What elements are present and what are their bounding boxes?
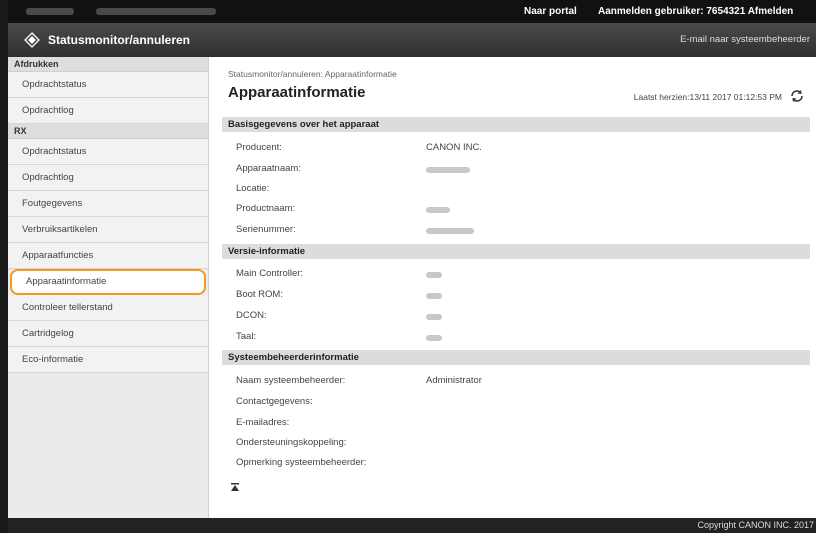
row-value: CANON INC. [426, 142, 482, 153]
blurred-value [426, 167, 470, 173]
blurred-value [426, 293, 442, 299]
row-label: Naam systeembeheerder: [236, 375, 346, 386]
section-basic-info: Basisgegevens over het apparaat [222, 117, 810, 132]
row-label: Apparaatnaam: [236, 163, 301, 174]
bezel [0, 0, 8, 533]
main-content: Statusmonitor/annuleren: Apparaatinforma… [218, 57, 812, 518]
row-label: Contactgegevens: [236, 396, 313, 407]
screen: Naar portal Aanmelden gebruiker: 7654321… [0, 0, 816, 533]
blurred-value [426, 314, 442, 320]
copyright: Copyright CANON INC. 2017 [697, 520, 814, 530]
blurred-value [426, 228, 474, 234]
blurred-value [426, 272, 442, 278]
section-admin-info: Systeembeheerderinformatie [222, 350, 810, 365]
logged-in-user[interactable]: Aanmelden gebruiker: 7654321 Afmelden [598, 6, 793, 17]
row-label: Serienummer: [236, 224, 296, 235]
row-label: DCON: [236, 310, 267, 321]
sidebar-item-cartridge-log[interactable]: Cartridgelog [8, 321, 208, 347]
logo-icon [24, 32, 40, 48]
email-admin-link[interactable]: E-mail naar systeembeheerder [680, 34, 810, 45]
sidebar-item-check-counter[interactable]: Controleer tellerstand [8, 295, 208, 321]
row-label: Producent: [236, 142, 282, 153]
blurred-value [426, 335, 442, 341]
row-label: Boot ROM: [236, 289, 283, 300]
sidebar-item-rx-job-status[interactable]: Opdrachtstatus [8, 139, 208, 165]
sidebar: Afdrukken Opdrachtstatus Opdrachtlog RX … [8, 57, 209, 518]
row-label: Ondersteuningskoppeling: [236, 437, 347, 448]
sidebar-item-print-job-log[interactable]: Opdrachtlog [8, 98, 208, 124]
refresh-icon[interactable] [790, 89, 804, 103]
sidebar-item-eco-info[interactable]: Eco-informatie [8, 347, 208, 373]
sidebar-section-rx: RX [8, 124, 208, 139]
sidebar-item-rx-job-log[interactable]: Opdrachtlog [8, 165, 208, 191]
row-label: Productnaam: [236, 203, 296, 214]
blurred-value [426, 207, 450, 213]
app-title: Statusmonitor/annuleren [48, 33, 191, 47]
section-version-info: Versie-informatie [222, 244, 810, 259]
sidebar-section-print: Afdrukken [8, 57, 208, 72]
sidebar-item-device-features[interactable]: Apparaatfuncties [8, 243, 208, 269]
row-value: Administrator [426, 375, 482, 386]
footer: Copyright CANON INC. 2017 [8, 518, 816, 533]
sidebar-item-consumables[interactable]: Verbruiksartikelen [8, 217, 208, 243]
portal-link[interactable]: Naar portal [524, 6, 577, 17]
row-label: E-mailadres: [236, 417, 290, 428]
sidebar-item-device-info[interactable]: Apparaatinformatie [10, 269, 206, 295]
row-label: Locatie: [236, 183, 270, 194]
sidebar-item-print-job-status[interactable]: Opdrachtstatus [8, 72, 208, 98]
back-to-top-icon[interactable] [230, 482, 240, 492]
sidebar-item-error-info[interactable]: Foutgegevens [8, 191, 208, 217]
blurred-text [26, 8, 74, 15]
row-label: Main Controller: [236, 268, 304, 279]
breadcrumb: Statusmonitor/annuleren: Apparaatinforma… [228, 69, 397, 79]
row-label: Opmerking systeembeheerder: [236, 457, 367, 468]
top-bar: Naar portal Aanmelden gebruiker: 7654321… [8, 0, 816, 23]
row-label: Taal: [236, 331, 257, 342]
app-header: Statusmonitor/annuleren E-mail naar syst… [8, 23, 816, 57]
page-title: Apparaatinformatie [228, 84, 366, 101]
last-updated: Laatst herzien:13/11 2017 01:12:53 PM [633, 92, 782, 102]
blurred-text [96, 8, 216, 15]
